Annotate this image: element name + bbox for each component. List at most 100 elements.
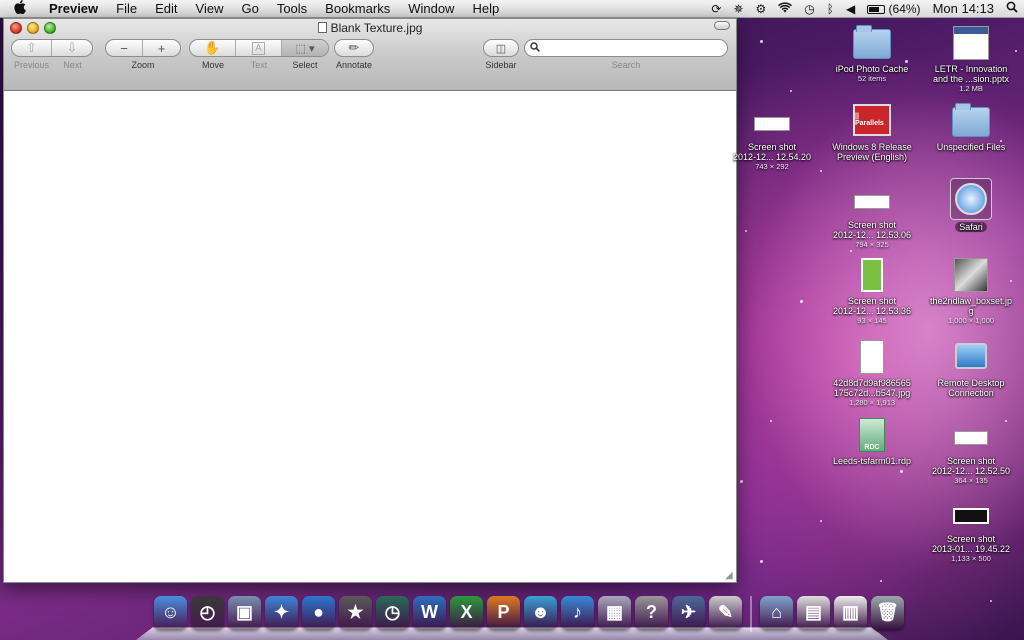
annotate-label: Annotate xyxy=(335,60,373,70)
sidebar-label: Sidebar xyxy=(485,60,517,70)
zoom-in-button[interactable]: + xyxy=(143,40,180,56)
window-title-text: Blank Texture.jpg xyxy=(330,21,423,35)
text-tool-button[interactable]: A xyxy=(236,40,282,56)
search-input[interactable] xyxy=(543,42,723,54)
dock-word-icon[interactable]: W xyxy=(413,596,446,629)
wallpaper-star xyxy=(900,470,903,473)
desktop-item-unspecified-files[interactable]: Unspecified Files xyxy=(923,103,1019,152)
menu-go[interactable]: Go xyxy=(232,0,267,18)
zoom-out-button[interactable]: − xyxy=(106,40,143,56)
dock-facetime-icon[interactable]: ● xyxy=(302,596,335,629)
desktop-item-leeds-rdp[interactable]: RDC Leeds-tsfarm01.rdp xyxy=(824,416,920,466)
menu-app-preview[interactable]: Preview xyxy=(40,0,107,18)
sidebar-icon: ◫ xyxy=(495,42,507,55)
dock-textedit-icon[interactable]: ✎ xyxy=(709,596,742,629)
toolbar-toggle-button[interactable] xyxy=(714,21,730,30)
select-rect-icon: ⬚ ▾ xyxy=(295,42,315,55)
desktop-item-screenshot-125336[interactable]: Screen shot 2012-12... 12.53.36 93 × 145 xyxy=(824,256,920,325)
desktop-item-letr-pptx[interactable]: LETR - Innovation and the ...sion.pptx 1… xyxy=(923,24,1019,93)
annotate-group: ✏ Annotate xyxy=(334,39,374,70)
menu-file[interactable]: File xyxy=(107,0,146,18)
desktop-item-safari[interactable]: Safari xyxy=(923,178,1019,232)
search-group: Search xyxy=(524,39,728,70)
next-label: Next xyxy=(63,60,82,70)
arrow-down-icon: ⇩ xyxy=(66,40,78,55)
menu-bookmarks[interactable]: Bookmarks xyxy=(316,0,399,18)
menu-view[interactable]: View xyxy=(187,0,233,18)
annotate-button[interactable]: ✏ xyxy=(335,40,373,56)
dock-downloads-stack-icon[interactable]: ▥ xyxy=(834,596,867,629)
prev-next-group: ⇧ ⇩ Previous Next xyxy=(11,39,93,70)
dock-excel-icon[interactable]: X xyxy=(450,596,483,629)
dock-itunes-icon[interactable]: ♪ xyxy=(561,596,594,629)
volume-icon[interactable]: ◀ xyxy=(840,2,861,16)
desktop-item-2ndlaw-jpg[interactable]: the2ndlaw_boxset.jp g 1,000 × 1,000 xyxy=(923,256,1019,325)
spotlight-icon[interactable] xyxy=(1000,1,1024,16)
window-titlebar[interactable]: Blank Texture.jpg ⇧ ⇩ Previous Next − + … xyxy=(4,19,736,91)
rdp-icon: RDC xyxy=(859,418,885,452)
search-field[interactable] xyxy=(524,39,728,57)
screenshot-icon xyxy=(854,195,890,209)
parallels-icon: || Parallels xyxy=(853,104,891,136)
desktop-item-windows8-vm[interactable]: || Parallels Windows 8 Release Preview (… xyxy=(824,100,920,162)
flux-icon[interactable]: ✵ xyxy=(727,2,749,16)
wallpaper-star xyxy=(850,250,852,252)
dock-messenger-icon[interactable]: ☻ xyxy=(524,596,557,629)
bluetooth-icon[interactable]: ᛒ xyxy=(821,2,840,16)
screenshot-icon xyxy=(954,431,988,445)
previous-button[interactable]: ⇧ xyxy=(12,40,52,56)
desktop-item-ipod-photo-cache[interactable]: iPod Photo Cache 52 items xyxy=(824,25,920,83)
dock-applications-folder-icon[interactable]: ⌂ xyxy=(760,596,793,629)
battery-percent: (64%) xyxy=(888,1,921,16)
folder-icon xyxy=(853,25,891,59)
menu-window[interactable]: Window xyxy=(399,0,463,18)
next-button[interactable]: ⇩ xyxy=(52,40,92,56)
plus-icon: + xyxy=(157,40,166,56)
resize-grip-icon[interactable]: ◢ xyxy=(725,571,735,581)
clock[interactable]: Mon 14:13 xyxy=(927,1,1000,16)
dock-documents-stack-icon[interactable]: ▤ xyxy=(797,596,830,629)
menu-edit[interactable]: Edit xyxy=(146,0,186,18)
dock-calculator-icon[interactable]: ▦ xyxy=(598,596,631,629)
search-icon xyxy=(530,41,540,55)
dock-imovie-icon[interactable]: ★ xyxy=(339,596,372,629)
arrow-up-icon: ⇧ xyxy=(26,40,37,55)
tool-icon[interactable]: ⚙ xyxy=(750,2,773,16)
image-icon xyxy=(860,340,884,374)
dock-trash-icon[interactable]: 🗑 xyxy=(871,596,904,629)
wallpaper-star xyxy=(770,420,772,422)
image-canvas[interactable] xyxy=(4,92,736,582)
zoom-label: Zoom xyxy=(131,60,155,70)
dock-powerpoint-icon[interactable]: P xyxy=(487,596,520,629)
menu-help[interactable]: Help xyxy=(463,0,508,18)
battery-status[interactable]: (64%) xyxy=(861,2,926,16)
time-machine-icon[interactable]: ◷ xyxy=(798,2,820,16)
sidebar-button[interactable]: ◫ xyxy=(484,40,518,56)
window-title: Blank Texture.jpg xyxy=(4,20,736,36)
wallpaper-star xyxy=(790,90,792,92)
sync-icon[interactable]: ⟳ xyxy=(705,2,727,16)
wifi-icon[interactable] xyxy=(772,1,798,16)
move-label: Move xyxy=(201,60,224,70)
select-tool-button[interactable]: ⬚ ▾ xyxy=(282,40,328,56)
text-label: Text xyxy=(250,60,268,70)
folder-icon xyxy=(952,103,990,137)
desktop-item-screenshot-125306[interactable]: Screen shot 2012-12... 12.53.06 794 × 32… xyxy=(824,186,920,249)
wallpaper-star xyxy=(800,300,803,303)
dock-dashboard-icon[interactable]: ◴ xyxy=(191,596,224,629)
dock-safari-icon[interactable]: ✦ xyxy=(265,596,298,629)
menu-bar: Preview File Edit View Go Tools Bookmark… xyxy=(0,0,1024,18)
dock-help-icon[interactable]: ? xyxy=(635,596,668,629)
menu-tools[interactable]: Tools xyxy=(268,0,316,18)
move-tool-button[interactable]: ✋ xyxy=(190,40,236,56)
dock-preview-icon[interactable]: ▣ xyxy=(228,596,261,629)
dock-app-store-icon[interactable]: ✈ xyxy=(672,596,705,629)
apple-menu-icon[interactable] xyxy=(0,0,40,17)
dock-finder-icon[interactable]: ☺ xyxy=(154,596,187,629)
desktop-item-remote-desktop[interactable]: Remote Desktop Connection xyxy=(923,336,1019,398)
desktop-item-screenshot-194522[interactable]: Screen shot 2013-01... 19.45.22 1,133 × … xyxy=(923,500,1019,563)
desktop-item-screenshot-125420[interactable]: Screen shot 2012-12... 12.54.20 743 × 29… xyxy=(724,108,820,171)
dock-time-machine-icon[interactable]: ◷ xyxy=(376,596,409,629)
desktop-item-screenshot-125250[interactable]: Screen shot 2012-12... 12.52.50 364 × 13… xyxy=(923,422,1019,485)
desktop-item-42d8-jpg[interactable]: 42d8d7d9af986565 175c72d...b547.jpg 1,28… xyxy=(824,338,920,407)
